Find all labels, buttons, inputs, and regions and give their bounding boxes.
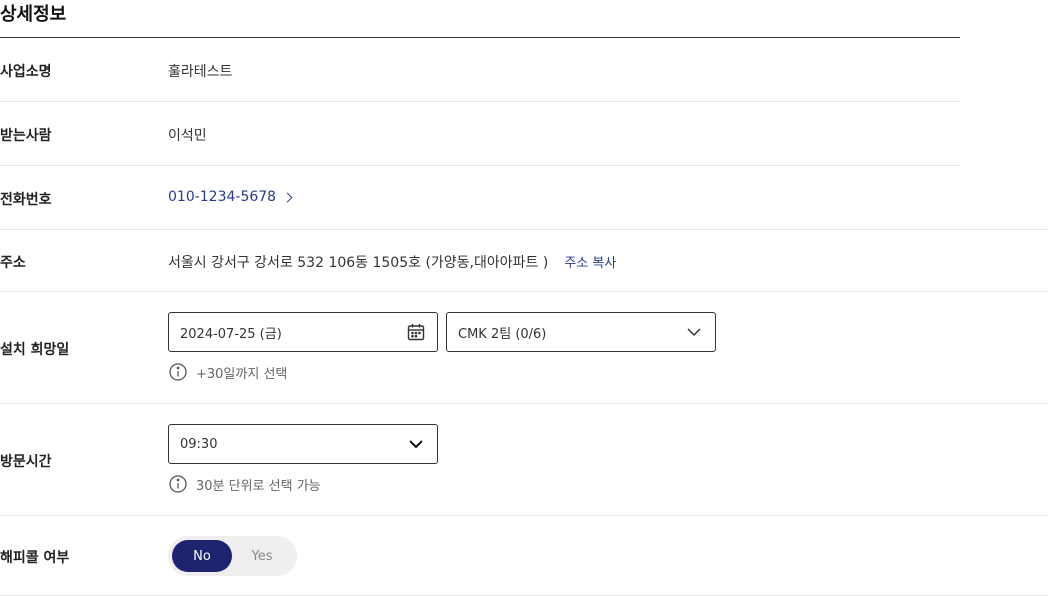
happy-call-option-no[interactable]: No bbox=[172, 540, 232, 572]
chevron-right-icon bbox=[282, 192, 293, 203]
calendar-icon[interactable] bbox=[406, 322, 426, 342]
install-date-picker[interactable]: 2024-07-25 (금) bbox=[168, 312, 438, 352]
install-date-value: 2024-07-25 (금) bbox=[180, 326, 282, 342]
copy-address-button[interactable]: 주소 복사 bbox=[564, 256, 616, 271]
chevron-down-icon bbox=[406, 434, 426, 454]
phone-link[interactable]: 010-1234-5678 bbox=[168, 189, 293, 205]
row-recipient: 받는사람 이석민 bbox=[0, 102, 960, 166]
phone-label: 전화번호 bbox=[0, 192, 52, 208]
visit-time-label: 방문시간 bbox=[0, 454, 52, 470]
section-title: 상세정보 bbox=[0, 4, 67, 25]
info-icon bbox=[168, 474, 188, 494]
address-value: 서울시 강서구 강서로 532 106동 1505호 (가양동,대아아파트 ) bbox=[168, 255, 549, 271]
address-label: 주소 bbox=[0, 255, 26, 271]
install-date-hint: +30일까지 선택 bbox=[168, 362, 287, 382]
happy-call-option-yes[interactable]: Yes bbox=[232, 540, 292, 572]
address-value-container: 서울시 강서구 강서로 532 106동 1505호 (가양동,대아아파트 ) 주… bbox=[168, 252, 616, 272]
happy-call-label: 해피콜 여부 bbox=[0, 550, 70, 566]
row-address: 주소 서울시 강서구 강서로 532 106동 1505호 (가양동,대아아파트… bbox=[0, 230, 1048, 292]
row-business-name: 사업소명 훌라테스트 bbox=[0, 38, 960, 102]
chevron-down-icon bbox=[684, 322, 704, 342]
visit-time-hint: 30분 단위로 선택 가능 bbox=[168, 474, 321, 494]
row-happy-call: 해피콜 여부 No Yes bbox=[0, 516, 1048, 596]
visit-time-select[interactable]: 09:30 bbox=[168, 424, 438, 464]
happy-call-toggle[interactable]: No Yes bbox=[168, 536, 297, 576]
install-date-label: 설치 희망일 bbox=[0, 342, 70, 358]
team-select-value: CMK 2팀 (0/6) bbox=[458, 326, 547, 342]
visit-time-value: 09:30 bbox=[180, 436, 218, 452]
visit-time-hint-text: 30분 단위로 선택 가능 bbox=[196, 478, 321, 494]
team-select[interactable]: CMK 2팀 (0/6) bbox=[446, 312, 716, 352]
row-visit-time: 방문시간 09:30 30분 단위로 선택 가능 bbox=[0, 404, 1048, 516]
business-name-label: 사업소명 bbox=[0, 64, 52, 80]
info-icon bbox=[168, 362, 188, 382]
recipient-value: 이석민 bbox=[168, 128, 207, 144]
install-date-hint-text: +30일까지 선택 bbox=[196, 366, 288, 382]
row-phone: 전화번호 010-1234-5678 bbox=[0, 166, 960, 230]
phone-number: 010-1234-5678 bbox=[168, 189, 277, 205]
row-install-date: 설치 희망일 2024-07-25 (금) CMK 2팀 (0/6) +30일까… bbox=[0, 292, 1048, 404]
phone-value-container: 010-1234-5678 bbox=[168, 189, 293, 205]
business-name-value: 훌라테스트 bbox=[168, 64, 233, 80]
recipient-label: 받는사람 bbox=[0, 128, 52, 144]
